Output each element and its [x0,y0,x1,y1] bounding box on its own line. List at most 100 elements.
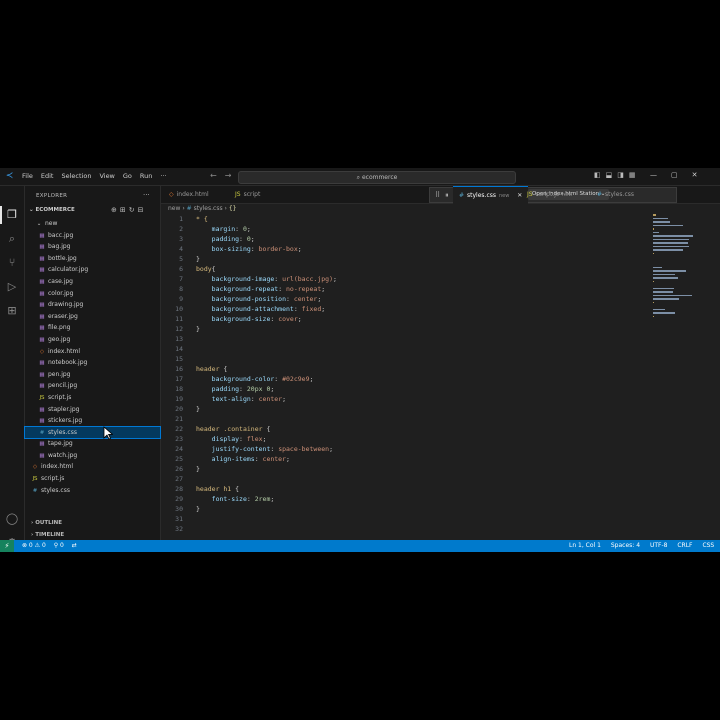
file-item[interactable]: # styles.css [24,425,161,440]
customize-layout-icon[interactable]: ▦ [629,171,636,179]
end-of-line[interactable]: CRLF [677,542,692,549]
menu-view[interactable]: View [99,172,114,180]
file-item[interactable]: ▦ stickers.jpg [25,415,160,427]
tab-script[interactable]: JS script [235,186,260,203]
file-item[interactable]: # styles.css [25,485,160,497]
minimap[interactable] [653,214,703,354]
code-line[interactable]: 2 margin: 0; [161,224,251,234]
code-line[interactable]: 16 header { [161,364,227,374]
close-tab-icon[interactable]: ✕ [517,192,522,199]
code-line[interactable]: 26} [161,464,200,474]
menu-go[interactable]: Go [123,172,132,180]
account-icon[interactable]: ◯ [5,512,19,526]
file-item[interactable]: ▦ bag.jpg [25,241,160,253]
collapse-all-icon[interactable]: ⊟ [138,206,147,214]
minimize-button[interactable]: — [650,171,657,179]
file-item[interactable]: ▦ pen.jpg [25,369,160,381]
close-window-button[interactable]: ✕ [692,171,698,179]
code-line[interactable]: 11 background-size: cover; [161,314,302,324]
code-line[interactable]: 13 [161,334,196,344]
tab-styles-css[interactable]: # styles.css [597,186,634,203]
file-item[interactable]: JS script.js [25,392,160,404]
code-line[interactable]: 10 background-attachment: fixed; [161,304,325,314]
code-line[interactable]: 21 [161,414,196,424]
file-item[interactable]: ▦ case.jpg [25,276,160,288]
search-icon[interactable]: ⌕ [5,232,19,246]
menu-file[interactable]: File [22,172,33,180]
code-line[interactable]: 28 header h1 { [161,484,239,494]
encoding[interactable]: UTF-8 [650,542,668,549]
code-line[interactable]: 22 header .container { [161,424,270,434]
file-item[interactable]: ◇ index.html [25,346,160,358]
extensions-icon[interactable]: ⊞ [5,304,19,318]
timeline-section[interactable]: › TIMELINE [31,532,64,538]
code-line[interactable]: 15 [161,354,196,364]
code-editor[interactable]: 1 * {2 margin: 0; 3 padding: 0; 4 box-sizin… [161,214,651,540]
menu-run[interactable]: Run [140,172,152,180]
code-line[interactable]: 31 [161,514,196,524]
code-line[interactable]: 7 background-image: url(bacc.jpg); [161,274,337,284]
code-line[interactable]: 5} [161,254,200,264]
editor-scrollbar[interactable] [706,214,714,540]
back-arrow-icon[interactable]: ← [210,171,217,180]
file-item[interactable]: ◇ index.html [25,461,160,473]
refresh-icon[interactable]: ↻ [129,206,138,214]
tab-styles-css-active[interactable]: # styles.css new ✕ [453,186,529,204]
file-item[interactable]: ▦ calculator.jpg [25,264,160,276]
file-item[interactable]: JS script.js [25,473,160,485]
menu-edit[interactable]: Edit [41,172,54,180]
breadcrumb-file[interactable]: styles.css [194,205,223,212]
tab-script-js[interactable]: JS script.js new [527,186,572,203]
tab-index-html[interactable]: ◇ index.html [169,186,209,203]
code-line[interactable]: 27 [161,474,196,484]
file-item[interactable]: ▦ file.png [25,322,160,334]
explorer-more-icon[interactable]: ··· [143,191,150,199]
code-line[interactable]: 12} [161,324,200,334]
breadcrumb-folder[interactable]: new [168,205,180,212]
code-line[interactable]: 20} [161,404,200,414]
breadcrumb-symbol[interactable]: {} [229,205,237,212]
command-center[interactable]: ⌕ ecommerce [238,171,516,184]
cursor-position[interactable]: Ln 1, Col 1 [569,542,601,549]
file-item[interactable]: ▦ bacc.jpg [25,230,160,242]
maximize-button[interactable]: ▢ [671,171,678,179]
toggle-panel-icon[interactable]: ⬓ [606,171,613,179]
menu-more[interactable]: ··· [160,172,166,180]
toggle-sidebar-icon[interactable]: ◧ [594,171,601,179]
code-line[interactable]: 24 justify-content: space-between; [161,444,333,454]
code-line[interactable]: 23 display: flex; [161,434,266,444]
workspace-folder[interactable]: ⌄ ECOMMERCE [29,207,75,213]
file-item[interactable]: ▦ drawing.jpg [25,299,160,311]
problems-count[interactable]: ⊗ 0 ⚠ 0 [22,542,46,549]
file-item[interactable]: ▦ eraser.jpg [25,311,160,323]
code-line[interactable]: 14 [161,344,196,354]
code-line[interactable]: 17 background-color: #02c9e9; [161,374,313,384]
files-icon[interactable]: ❐ [5,208,19,222]
code-line[interactable]: 9 background-position: center; [161,294,321,304]
toggle-secondary-sidebar-icon[interactable]: ◨ [617,171,624,179]
code-line[interactable]: 19 text-align: center; [161,394,286,404]
forward-arrow-icon[interactable]: → [225,171,232,180]
indentation[interactable]: Spaces: 4 [611,542,640,549]
new-folder-icon[interactable]: ⊞ [120,206,129,214]
run-debug-icon[interactable]: ▷ [5,280,19,294]
file-item[interactable]: ▦ pencil.jpg [25,380,160,392]
new-file-icon[interactable]: ⊕ [111,206,120,214]
code-line[interactable]: 29 font-size: 2rem; [161,494,274,504]
code-line[interactable]: 1 * { [161,214,208,224]
file-item[interactable]: ▦ watch.jpg [25,450,160,462]
source-control-icon[interactable]: ⑂ [5,256,19,270]
menu-selection[interactable]: Selection [61,172,91,180]
pause-icon[interactable]: ⏸ [445,191,449,199]
file-item[interactable]: ▦ geo.jpg [25,334,160,346]
live-share-icon[interactable]: ⇄ [72,542,77,549]
code-line[interactable]: 25 align-items: center; [161,454,290,464]
file-item[interactable]: ▦ color.jpg [25,288,160,300]
code-line[interactable]: 32 [161,524,196,534]
code-line[interactable]: 8 background-repeat: no-repeat; [161,284,325,294]
file-item[interactable]: ▦ notebook.jpg [25,357,160,369]
ports-count[interactable]: ⚲ 0 [54,542,64,549]
code-line[interactable]: 30} [161,504,200,514]
folder-item[interactable]: ⌄ new [25,218,160,230]
debug-drag-handle-icon[interactable]: ⠿ [435,191,440,199]
